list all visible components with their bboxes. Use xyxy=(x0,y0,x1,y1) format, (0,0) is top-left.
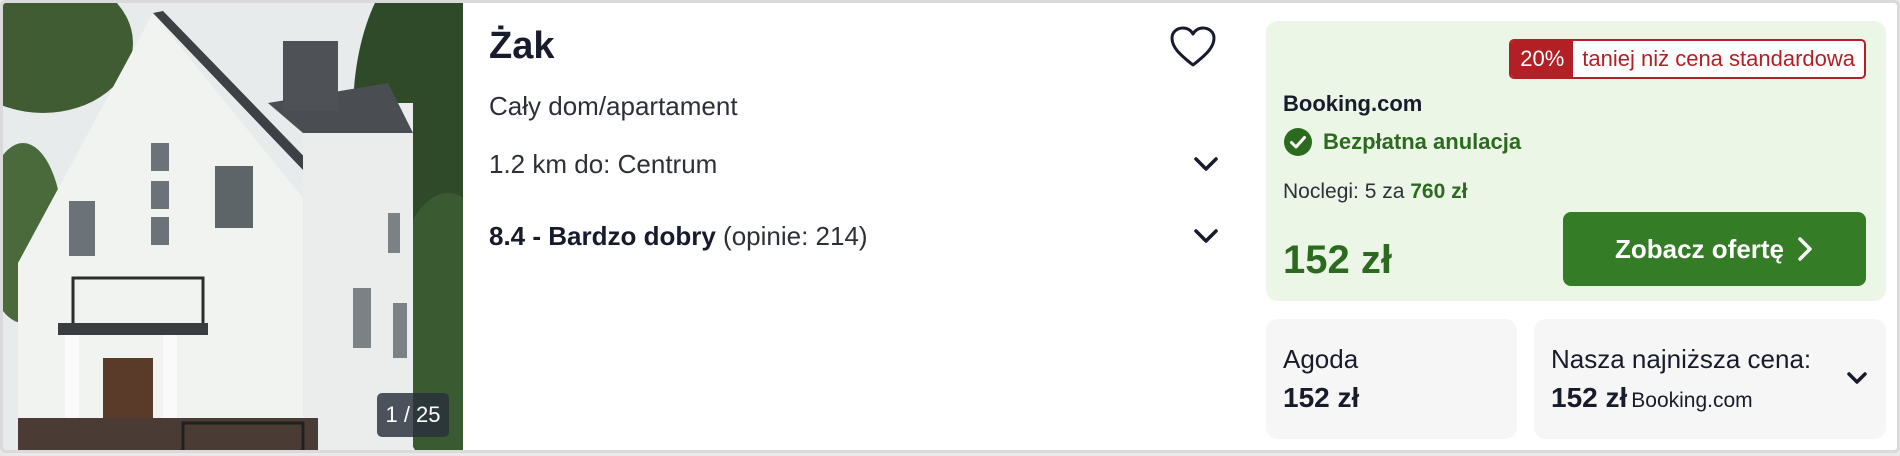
chevron-down-icon xyxy=(1194,157,1218,171)
rating-text: 8.4 - Bardzo dobry (opinie: 214) xyxy=(489,219,868,253)
lowest-price-offer[interactable]: Nasza najniższa cena: 152 zł Booking.com xyxy=(1534,319,1886,439)
rating-score: 8.4 - Bardzo dobry xyxy=(489,221,716,251)
lowest-price-title: Nasza najniższa cena: xyxy=(1551,344,1812,374)
offer-provider: Booking.com xyxy=(1283,91,1423,116)
alt-price: 152 zł xyxy=(1283,382,1360,413)
discount-text: taniej niż cena standardowa xyxy=(1582,46,1855,71)
chevron-down-icon[interactable] xyxy=(1844,365,1870,391)
favorite-button[interactable] xyxy=(1169,25,1217,69)
distance-text: 1.2 km do: Centrum xyxy=(489,149,718,179)
hotel-card: 1 / 25 Żak Cały dom/apartament 1.2 km do… xyxy=(0,0,1900,453)
discount-percent: 20% xyxy=(1511,41,1574,77)
view-offer-label: Zobacz ofertę xyxy=(1614,233,1785,264)
nights-summary: Noclegi: 5 za 760 zł xyxy=(1283,177,1467,207)
check-circle-icon xyxy=(1284,128,1312,156)
heart-outline-icon xyxy=(1170,26,1216,67)
view-offer-button[interactable]: Zobacz ofertę xyxy=(1563,212,1866,286)
chevron-right-icon xyxy=(1798,237,1812,261)
cancellation-label: Bezpłatna anulacja xyxy=(1323,129,1522,154)
lowest-price-value: 152 zł xyxy=(1551,382,1628,413)
alt-provider: Agoda xyxy=(1283,344,1359,374)
review-count: (opinie: 214) xyxy=(715,221,868,251)
nights-total: 760 zł xyxy=(1410,180,1468,203)
distance-row[interactable]: 1.2 km do: Centrum xyxy=(489,144,1221,184)
accommodation-type: Cały dom/apartament xyxy=(489,91,738,121)
main-offer-panel[interactable]: 20% taniej niż cena standardowa Booking.… xyxy=(1266,21,1886,301)
chevron-down-icon xyxy=(1194,229,1218,243)
photo-counter: 1 / 25 xyxy=(377,393,449,437)
offer-price: 152 zł xyxy=(1283,238,1392,282)
house-photo-image xyxy=(3,3,463,450)
hotel-name[interactable]: Żak xyxy=(489,23,554,69)
rating-row[interactable]: 8.4 - Bardzo dobry (opinie: 214) xyxy=(489,216,1221,256)
discount-badge: 20% taniej niż cena standardowa xyxy=(1509,39,1866,79)
hotel-photo[interactable]: 1 / 25 xyxy=(3,3,463,450)
lowest-price-source: Booking.com xyxy=(1631,389,1753,412)
alt-offer-agoda[interactable]: Agoda 152 zł xyxy=(1266,319,1517,439)
nights-prefix: Noclegi: 5 za xyxy=(1283,180,1411,203)
lowest-price-row: 152 zł Booking.com xyxy=(1551,381,1753,418)
free-cancellation: Bezpłatna anulacja xyxy=(1283,125,1521,159)
